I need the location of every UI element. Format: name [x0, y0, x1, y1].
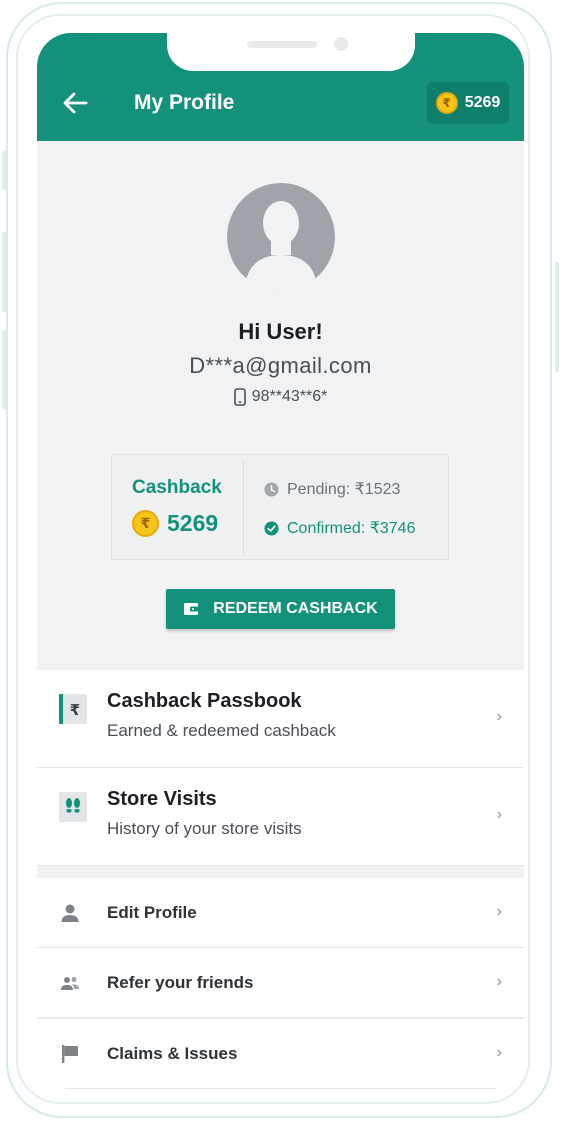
user-email: D***a@gmail.com: [189, 353, 372, 378]
phone-side-button: [2, 232, 6, 312]
footsteps-icon: [59, 792, 87, 822]
page-title: My Profile: [134, 91, 235, 114]
person-icon: [59, 902, 81, 924]
cashback-summary-card: Cashback ₹ 5269 Pending: ₹1523 Confirmed…: [111, 454, 449, 560]
rupee-passbook-icon: ₹: [59, 694, 87, 724]
avatar[interactable]: [227, 183, 335, 291]
menu-item-label: Edit Profile: [107, 903, 197, 922]
user-phone: 98**43**6*: [251, 388, 328, 405]
back-arrow-icon: [63, 92, 88, 114]
mobile-phone-icon: [233, 388, 246, 406]
chevron-right-icon: ›: [496, 806, 502, 823]
menu-item-claims-issues[interactable]: Claims & Issues ›: [37, 1019, 524, 1089]
flag-icon: [59, 1043, 81, 1065]
user-greeting: Hi User!: [238, 319, 323, 344]
menu-item-store-visits[interactable]: Store Visits History of your store visit…: [37, 768, 524, 866]
menu-item-label: Refer your friends: [107, 973, 254, 992]
rupee-coin-icon: ₹: [435, 92, 458, 114]
speaker-grille: [247, 41, 317, 48]
app-header: My Profile ₹ 5269: [37, 33, 524, 141]
user-phone-row: 98**43**6*: [37, 388, 524, 406]
menu-item-title: Store Visits: [107, 788, 217, 810]
app-screen: My Profile ₹ 5269 Hi User! D***a@gmail.c…: [37, 33, 524, 1089]
user-silhouette-icon: [227, 183, 335, 291]
clock-icon: [264, 481, 279, 497]
people-icon: [59, 972, 81, 994]
chevron-right-icon: ›: [496, 903, 502, 920]
front-camera: [334, 37, 348, 51]
redeem-cashback-button[interactable]: REDEEM CASHBACK: [166, 589, 395, 629]
confirmed-cashback: Confirmed: ₹3746: [264, 518, 415, 538]
card-divider: [243, 459, 244, 555]
wallet-icon: [184, 603, 199, 615]
chevron-right-icon: ›: [496, 708, 502, 725]
pending-cashback: Pending: ₹1523: [264, 479, 400, 499]
chevron-right-icon: ›: [496, 973, 502, 990]
svg-text:₹: ₹: [70, 701, 80, 719]
cashback-amount-value: 5269: [167, 510, 219, 536]
menu-item-cashback-passbook[interactable]: ₹ Cashback Passbook Earned & redeemed ca…: [37, 670, 524, 768]
redeem-cashback-label: REDEEM CASHBACK: [213, 600, 378, 617]
rupee-coin-icon: ₹: [132, 510, 159, 537]
cashback-amount: ₹ 5269: [132, 510, 218, 537]
coin-balance-badge[interactable]: ₹ 5269: [427, 82, 509, 124]
back-button[interactable]: [59, 87, 91, 119]
pending-cashback-text: Pending: ₹1523: [287, 481, 401, 498]
menu-item-refer-friends[interactable]: Refer your friends ›: [37, 948, 524, 1018]
menu-item-subtitle: Earned & redeemed cashback: [107, 721, 336, 740]
phone-notch: [167, 33, 415, 71]
menu-item-label: Claims & Issues: [107, 1044, 238, 1063]
phone-side-button: [2, 150, 6, 190]
menu-item-title: Cashback Passbook: [107, 690, 302, 712]
confirmed-cashback-text: Confirmed: ₹3746: [287, 520, 416, 537]
chevron-right-icon: ›: [496, 1044, 502, 1061]
phone-side-button: [2, 330, 6, 410]
menu-item-subtitle: History of your store visits: [107, 819, 302, 838]
menu-item-edit-profile[interactable]: Edit Profile ›: [37, 878, 524, 948]
check-circle-icon: [264, 520, 279, 536]
coin-balance-value: 5269: [464, 94, 501, 111]
cashback-label: Cashback: [132, 477, 222, 498]
phone-side-button: [555, 262, 559, 372]
